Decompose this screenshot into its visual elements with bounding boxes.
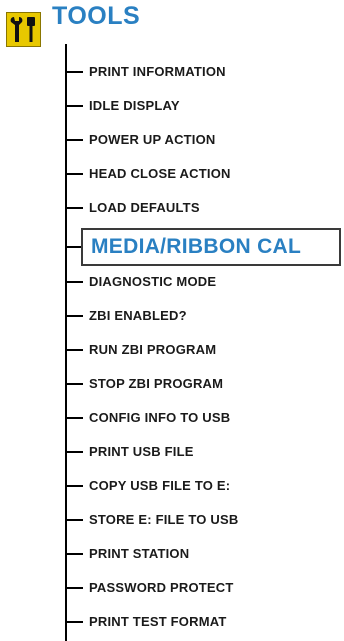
menu-item[interactable]: MEDIA/RIBBON CAL: [0, 228, 344, 266]
menu-item[interactable]: PRINT TEST FORMAT: [0, 610, 344, 634]
tree-branch: [65, 417, 83, 419]
menu-item[interactable]: ZBI ENABLED?: [0, 304, 344, 328]
menu-item-label: STOP ZBI PROGRAM: [89, 376, 224, 391]
tree-branch: [65, 173, 83, 175]
menu-item-label: IDLE DISPLAY: [89, 98, 180, 113]
menu-item-label: RUN ZBI PROGRAM: [89, 342, 217, 357]
menu-item-label: POWER UP ACTION: [89, 132, 216, 147]
selected-menu-item-box[interactable]: MEDIA/RIBBON CAL: [81, 228, 341, 266]
tree-branch: [65, 349, 83, 351]
tree-branch: [65, 105, 83, 107]
tree-branch: [65, 207, 83, 209]
menu-item[interactable]: CONFIG INFO TO USB: [0, 406, 344, 430]
tree-branch: [65, 246, 81, 248]
tree-branch: [65, 485, 83, 487]
menu-item-label: PRINT TEST FORMAT: [89, 614, 227, 629]
menu-item[interactable]: IDLE DISPLAY: [0, 94, 344, 118]
menu-item[interactable]: DIAGNOSTIC MODE: [0, 270, 344, 294]
menu-item-label: PRINT USB FILE: [89, 444, 194, 459]
menu-item[interactable]: POWER UP ACTION: [0, 128, 344, 152]
tree-branch: [65, 315, 83, 317]
menu-item-label: ZBI ENABLED?: [89, 308, 187, 323]
menu-item[interactable]: PRINT USB FILE: [0, 440, 344, 464]
tree-branch: [65, 139, 83, 141]
menu-item[interactable]: COPY USB FILE TO E:: [0, 474, 344, 498]
menu-item-label: LOAD DEFAULTS: [89, 200, 200, 215]
menu-item-label: PASSWORD PROTECT: [89, 580, 234, 595]
menu-item[interactable]: LOAD DEFAULTS: [0, 196, 344, 220]
tree-branch: [65, 383, 83, 385]
menu-item[interactable]: PRINT STATION: [0, 542, 344, 566]
menu-item[interactable]: PRINT INFORMATION: [0, 60, 344, 84]
tools-menu: PRINT INFORMATION IDLE DISPLAY POWER UP AC…: [0, 0, 344, 641]
menu-item-label: PRINT INFORMATION: [89, 64, 226, 79]
menu-item-label: DIAGNOSTIC MODE: [89, 274, 217, 289]
menu-item[interactable]: HEAD CLOSE ACTION: [0, 162, 344, 186]
menu-item-label: STORE E: FILE TO USB: [89, 512, 239, 527]
menu-item-label: MEDIA/RIBBON CAL: [91, 235, 302, 258]
tree-branch: [65, 71, 83, 73]
tree-branch: [65, 451, 83, 453]
tree-branch: [65, 519, 83, 521]
menu-item-label: PRINT STATION: [89, 546, 190, 561]
tree-branch: [65, 553, 83, 555]
tree-branch: [65, 281, 83, 283]
menu-item-label: COPY USB FILE TO E:: [89, 478, 231, 493]
tree-branch: [65, 621, 83, 623]
menu-item[interactable]: STORE E: FILE TO USB: [0, 508, 344, 532]
tree-branch: [65, 587, 83, 589]
menu-item[interactable]: RUN ZBI PROGRAM: [0, 338, 344, 362]
menu-item-label: CONFIG INFO TO USB: [89, 410, 231, 425]
menu-item-label: HEAD CLOSE ACTION: [89, 166, 231, 181]
menu-item[interactable]: STOP ZBI PROGRAM: [0, 372, 344, 396]
menu-item[interactable]: PASSWORD PROTECT: [0, 576, 344, 600]
